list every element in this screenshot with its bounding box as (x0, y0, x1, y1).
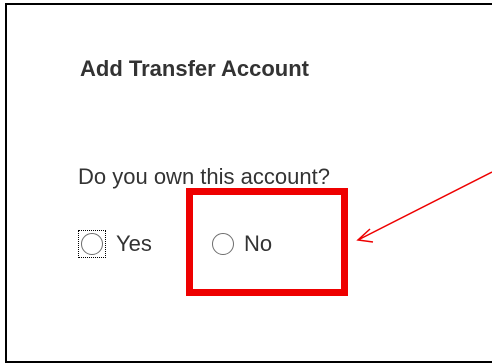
radio-option-yes[interactable]: Yes (78, 228, 152, 260)
ownership-question: Do you own this account? (78, 164, 330, 189)
radio-yes-circle[interactable] (81, 233, 103, 255)
dialog-title: Add Transfer Account (80, 56, 309, 81)
radio-no-label[interactable]: No (244, 231, 272, 257)
focus-ring (78, 230, 106, 258)
radio-yes-label[interactable]: Yes (116, 231, 152, 257)
radio-no-circle[interactable] (212, 233, 234, 255)
radio-option-no[interactable]: No (212, 228, 272, 260)
